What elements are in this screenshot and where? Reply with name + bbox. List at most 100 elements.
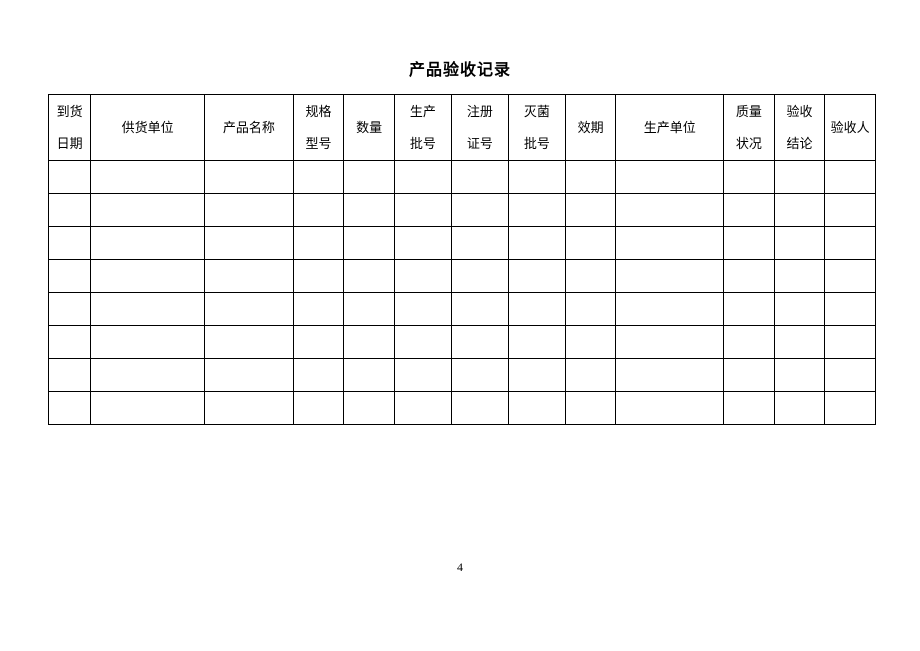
table-cell xyxy=(293,293,344,326)
table-cell xyxy=(724,326,775,359)
header-line2: 批号 xyxy=(524,136,550,151)
table-cell xyxy=(394,326,451,359)
table-cell xyxy=(508,293,565,326)
table-cell xyxy=(394,194,451,227)
column-header: 规格型号 xyxy=(293,95,344,161)
table-cell xyxy=(565,161,616,194)
table-row xyxy=(49,227,876,260)
column-header: 效期 xyxy=(565,95,616,161)
table-cell xyxy=(508,161,565,194)
table-cell xyxy=(344,161,395,194)
table-cell xyxy=(565,392,616,425)
table-cell xyxy=(451,227,508,260)
table-row xyxy=(49,359,876,392)
table-cell xyxy=(508,326,565,359)
table-cell xyxy=(825,260,876,293)
table-cell xyxy=(774,227,825,260)
table-cell xyxy=(508,260,565,293)
table-cell xyxy=(565,194,616,227)
table-cell xyxy=(344,359,395,392)
table-cell xyxy=(205,161,294,194)
header-line2: 日期 xyxy=(57,136,83,151)
table-cell xyxy=(293,161,344,194)
table-cell xyxy=(616,227,724,260)
table-cell xyxy=(344,392,395,425)
table-row xyxy=(49,161,876,194)
header-line2: 批号 xyxy=(410,136,436,151)
document-page: 产品验收记录 到货日期供货单位产品名称规格型号数量生产批号注册证号灭菌批号效期生… xyxy=(0,0,920,651)
table-cell xyxy=(49,293,91,326)
table-cell xyxy=(616,326,724,359)
table-cell xyxy=(91,293,205,326)
table-cell xyxy=(451,161,508,194)
table-cell xyxy=(565,227,616,260)
table-cell xyxy=(49,194,91,227)
header-line1: 效期 xyxy=(578,120,604,135)
table-cell xyxy=(344,260,395,293)
table-cell xyxy=(91,227,205,260)
table-cell xyxy=(825,326,876,359)
table-cell xyxy=(91,392,205,425)
table-row xyxy=(49,392,876,425)
table-cell xyxy=(616,194,724,227)
table-cell xyxy=(616,359,724,392)
header-line2: 状况 xyxy=(736,136,762,151)
document-title: 产品验收记录 xyxy=(0,56,920,80)
table-cell xyxy=(825,227,876,260)
header-line1: 生产单位 xyxy=(644,120,696,135)
table-cell xyxy=(91,326,205,359)
table-cell xyxy=(565,260,616,293)
column-header: 到货日期 xyxy=(49,95,91,161)
table-cell xyxy=(293,392,344,425)
table-cell xyxy=(451,194,508,227)
table-container: 到货日期供货单位产品名称规格型号数量生产批号注册证号灭菌批号效期生产单位质量状况… xyxy=(48,94,876,425)
table-cell xyxy=(451,326,508,359)
table-cell xyxy=(508,359,565,392)
page-number: 4 xyxy=(0,560,920,575)
table-cell xyxy=(293,359,344,392)
table-cell xyxy=(565,359,616,392)
table-cell xyxy=(91,161,205,194)
table-cell xyxy=(394,293,451,326)
table-cell xyxy=(394,260,451,293)
table-header-row: 到货日期供货单位产品名称规格型号数量生产批号注册证号灭菌批号效期生产单位质量状况… xyxy=(49,95,876,161)
table-cell xyxy=(508,227,565,260)
table-cell xyxy=(394,161,451,194)
table-cell xyxy=(825,359,876,392)
table-row xyxy=(49,326,876,359)
header-line1: 质量 xyxy=(736,104,762,119)
table-cell xyxy=(344,227,395,260)
table-row xyxy=(49,194,876,227)
table-cell xyxy=(91,194,205,227)
table-cell xyxy=(616,161,724,194)
table-cell xyxy=(293,260,344,293)
table-cell xyxy=(205,326,294,359)
header-line1: 生产 xyxy=(410,104,436,119)
table-cell xyxy=(394,359,451,392)
table-cell xyxy=(774,359,825,392)
table-cell xyxy=(49,326,91,359)
header-line2: 结论 xyxy=(786,136,812,151)
column-header: 生产批号 xyxy=(394,95,451,161)
table-cell xyxy=(508,194,565,227)
table-cell xyxy=(774,260,825,293)
table-cell xyxy=(508,392,565,425)
table-cell xyxy=(394,392,451,425)
column-header: 注册证号 xyxy=(451,95,508,161)
table-cell xyxy=(451,293,508,326)
table-cell xyxy=(205,260,294,293)
table-cell xyxy=(724,293,775,326)
table-cell xyxy=(205,392,294,425)
header-line1: 验收人 xyxy=(831,120,870,135)
table-cell xyxy=(293,326,344,359)
header-line1: 验收 xyxy=(786,104,812,119)
header-line1: 规格 xyxy=(306,104,332,119)
table-cell xyxy=(205,227,294,260)
table-cell xyxy=(724,194,775,227)
table-cell xyxy=(49,359,91,392)
table-cell xyxy=(205,359,294,392)
table-cell xyxy=(451,359,508,392)
table-cell xyxy=(616,293,724,326)
table-cell xyxy=(344,326,395,359)
column-header: 验收结论 xyxy=(774,95,825,161)
